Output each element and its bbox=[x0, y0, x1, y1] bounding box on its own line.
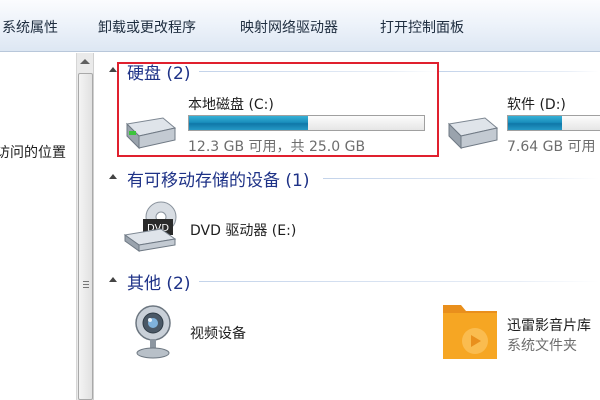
video-device-name: 视频设备 bbox=[190, 326, 246, 342]
webcam-icon bbox=[135, 305, 171, 359]
group-title-removable[interactable]: 有可移动存储的设备 (1) bbox=[127, 166, 309, 191]
drive-d-name: 软件 (D:) bbox=[507, 97, 566, 113]
collapse-chevron-icon[interactable] bbox=[109, 277, 117, 282]
nav-scrollbar[interactable] bbox=[76, 53, 94, 400]
content-pane: 硬盘 (2) 本地磁盘 (C:) 12.3 GB 可用，共 25.0 GB 软件… bbox=[95, 53, 600, 400]
group-divider bbox=[199, 281, 599, 282]
drive-d-usage-bar bbox=[507, 115, 600, 131]
uninstall-program-button[interactable]: 卸载或更改程序 bbox=[98, 17, 196, 37]
map-network-drive-button[interactable]: 映射网络驱动器 bbox=[240, 17, 338, 37]
dvd-drive-icon: DVD bbox=[123, 201, 177, 252]
nav-item-recent-places[interactable]: 访问的位置 bbox=[0, 142, 66, 162]
group-divider bbox=[439, 71, 599, 72]
selection-highlight bbox=[117, 62, 439, 157]
system-properties-button[interactable]: 系统属性 bbox=[2, 17, 58, 37]
command-bar: 系统属性 卸载或更改程序 映射网络驱动器 打开控制面板 bbox=[0, 0, 600, 52]
group-divider bbox=[323, 178, 599, 179]
collapse-chevron-icon[interactable] bbox=[109, 67, 117, 72]
drive-d-space: 7.64 GB 可用 bbox=[507, 139, 596, 155]
hard-drive-icon bbox=[447, 117, 499, 150]
grip-line bbox=[83, 284, 89, 285]
navigation-pane: 访问的位置 bbox=[0, 53, 76, 400]
xunlei-library-name: 迅雷影音片库 bbox=[507, 318, 591, 334]
grip-line bbox=[83, 287, 89, 288]
folder-icon bbox=[443, 305, 497, 359]
xunlei-library-type: 系统文件夹 bbox=[507, 338, 577, 354]
open-control-panel-button[interactable]: 打开控制面板 bbox=[380, 17, 464, 37]
group-title-other[interactable]: 其他 (2) bbox=[127, 269, 190, 294]
collapse-chevron-icon[interactable] bbox=[109, 174, 117, 179]
scroll-up-arrow-icon[interactable] bbox=[80, 59, 90, 64]
drive-d-usage-fill bbox=[508, 116, 562, 130]
grip-line bbox=[83, 281, 89, 282]
scrollbar-thumb[interactable] bbox=[78, 73, 93, 400]
dvd-drive-name: DVD 驱动器 (E:) bbox=[190, 223, 297, 239]
